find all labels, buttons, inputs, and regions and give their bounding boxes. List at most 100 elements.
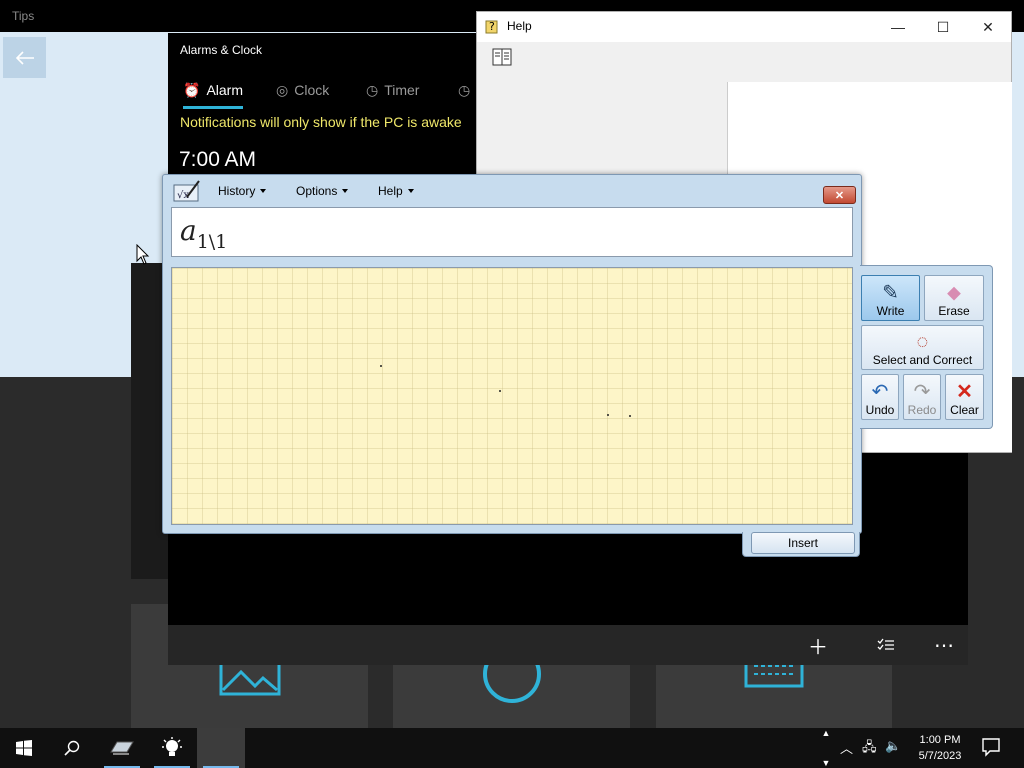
write-button[interactable]: ✎ Write — [861, 275, 920, 321]
math-input-app-icon — [110, 741, 134, 755]
math-input-close-button[interactable]: ✕ — [823, 186, 856, 204]
taskbar-math-input-app[interactable] — [98, 728, 146, 768]
ink-stroke — [499, 390, 501, 392]
tab-timer[interactable]: ◷ Timer — [366, 73, 419, 107]
close-icon: ✕ — [834, 189, 845, 202]
globe-icon: ◎ — [276, 81, 289, 98]
redo-icon: ↷ — [913, 381, 931, 403]
tab-timer-label: Timer — [384, 82, 420, 98]
tab-clock-label: Clock — [294, 82, 330, 98]
tray-time: 1:00 PM — [919, 734, 961, 746]
clear-x-icon: ✕ — [956, 381, 973, 403]
chevron-down-icon — [260, 189, 267, 193]
search-button[interactable] — [48, 728, 96, 768]
erase-label: Erase — [938, 304, 970, 318]
undo-button[interactable]: ↶ Undo — [861, 374, 899, 420]
options-menu[interactable]: Options — [296, 184, 349, 198]
chevron-up-icon: ▲ — [821, 728, 831, 738]
help-menu[interactable]: Help — [378, 184, 414, 198]
back-button[interactable] — [3, 37, 46, 78]
add-alarm-button[interactable]: ＋ — [798, 625, 838, 665]
insert-button[interactable]: Insert — [751, 532, 855, 554]
math-tools-panel: ✎ Write ⬥ Erase ◌ Select and Correct ↶ U… — [860, 265, 993, 429]
chevron-down-icon — [407, 189, 414, 193]
chevron-down-icon — [342, 189, 349, 193]
mouse-pointer-icon — [136, 244, 150, 265]
write-label: Write — [876, 304, 905, 318]
help-question-icon: ? — [485, 20, 498, 34]
alarms-title: Alarms & Clock — [180, 43, 263, 57]
maximize-icon: ☐ — [936, 18, 950, 35]
clock-button[interactable]: 1:00 PM 5/7/2023 — [908, 732, 972, 764]
select-correct-label: Select and Correct — [872, 353, 973, 367]
select-alarms-button[interactable] — [866, 625, 906, 665]
more-options-button[interactable]: ⋯ — [924, 625, 964, 665]
notification-warning: Notifications will only show if the PC i… — [180, 114, 462, 130]
alarms-command-bar: ＋ ⋯ — [168, 625, 968, 665]
math-preview-area: a1\1 — [171, 207, 853, 257]
start-button[interactable] — [0, 728, 48, 768]
alarm-clock-icon: ⏰ — [183, 81, 201, 98]
help-titlebar: ? Help — ☐ ✕ — [477, 12, 1011, 42]
insert-area: Insert — [742, 532, 860, 557]
ellipsis-icon: ⋯ — [934, 634, 954, 657]
erase-button[interactable]: ⬥ Erase — [924, 275, 984, 321]
volume-icon[interactable]: 🔈 — [885, 738, 901, 754]
taskbar-alarms-app[interactable] — [197, 728, 245, 768]
select-and-correct-button[interactable]: ◌ Select and Correct — [861, 325, 984, 370]
minimize-button[interactable]: — — [875, 12, 921, 42]
ink-stroke — [380, 365, 382, 367]
help-toolbar — [477, 42, 1011, 80]
math-input-menubar: √x History Options Help — [163, 175, 861, 207]
alarm-time[interactable]: 7:00 AM — [179, 148, 256, 172]
show-topics-button[interactable] — [491, 46, 513, 68]
clear-label: Clear — [950, 403, 979, 417]
taskbar-tips-app[interactable] — [148, 728, 196, 768]
writing-area[interactable] — [171, 267, 853, 525]
action-center-button[interactable] — [980, 736, 1002, 761]
notification-icon — [982, 738, 1000, 757]
ink-stroke — [607, 414, 609, 416]
tab-clock[interactable]: ◎ Clock — [276, 73, 329, 107]
network-icon[interactable]: 🖧 — [862, 738, 877, 760]
back-arrow-icon — [15, 50, 34, 65]
ink-stroke — [629, 415, 631, 417]
math-input-app-icon: √x — [173, 180, 200, 202]
tab-alarm-label: Alarm — [206, 82, 243, 98]
pen-icon: ✎ — [882, 282, 899, 304]
tips-title: Tips — [12, 9, 35, 23]
history-menu[interactable]: History — [218, 184, 267, 198]
history-menu-label: History — [218, 184, 256, 198]
show-pane-icon — [492, 48, 512, 66]
maximize-button[interactable]: ☐ — [920, 12, 966, 42]
checklist-icon — [877, 638, 894, 650]
preview-subscript: 1\1 — [196, 231, 228, 253]
tab-alarm[interactable]: ⏰ Alarm — [183, 73, 243, 109]
tray-date: 5/7/2023 — [918, 750, 962, 762]
preview-variable: a — [180, 214, 197, 247]
timer-icon: ◷ — [366, 81, 379, 98]
close-icon: ✕ — [982, 18, 994, 35]
help-menu-label: Help — [378, 184, 403, 198]
math-input-panel: √x History Options Help ✕ a1\1 — [162, 174, 862, 534]
clear-button[interactable]: ✕ Clear — [945, 374, 984, 420]
undo-label: Undo — [865, 403, 895, 417]
close-button[interactable]: ✕ — [965, 12, 1011, 42]
search-icon — [64, 740, 80, 756]
options-menu-label: Options — [296, 184, 338, 198]
stopwatch-icon: ◷ — [458, 81, 471, 98]
show-hidden-icons-button[interactable]: ︿ — [840, 738, 853, 757]
tray-scroll[interactable]: ▲ ▼ — [819, 728, 833, 768]
chevron-down-icon: ▼ — [821, 758, 831, 768]
help-title: Help — [507, 19, 532, 33]
math-preview-expression: a1\1 — [180, 214, 227, 253]
plus-icon: ＋ — [808, 636, 828, 659]
undo-icon: ↶ — [871, 381, 889, 403]
alarms-tab-bar: ⏰ Alarm ◎ Clock ◷ Timer ◷ — [168, 73, 488, 109]
windows-logo-icon — [16, 740, 32, 756]
eraser-icon: ⬥ — [947, 282, 961, 304]
redo-button[interactable]: ↷ Redo — [903, 374, 941, 420]
redo-label: Redo — [907, 403, 937, 417]
tab-stopwatch[interactable]: ◷ — [458, 73, 470, 107]
lightbulb-icon — [162, 737, 182, 756]
